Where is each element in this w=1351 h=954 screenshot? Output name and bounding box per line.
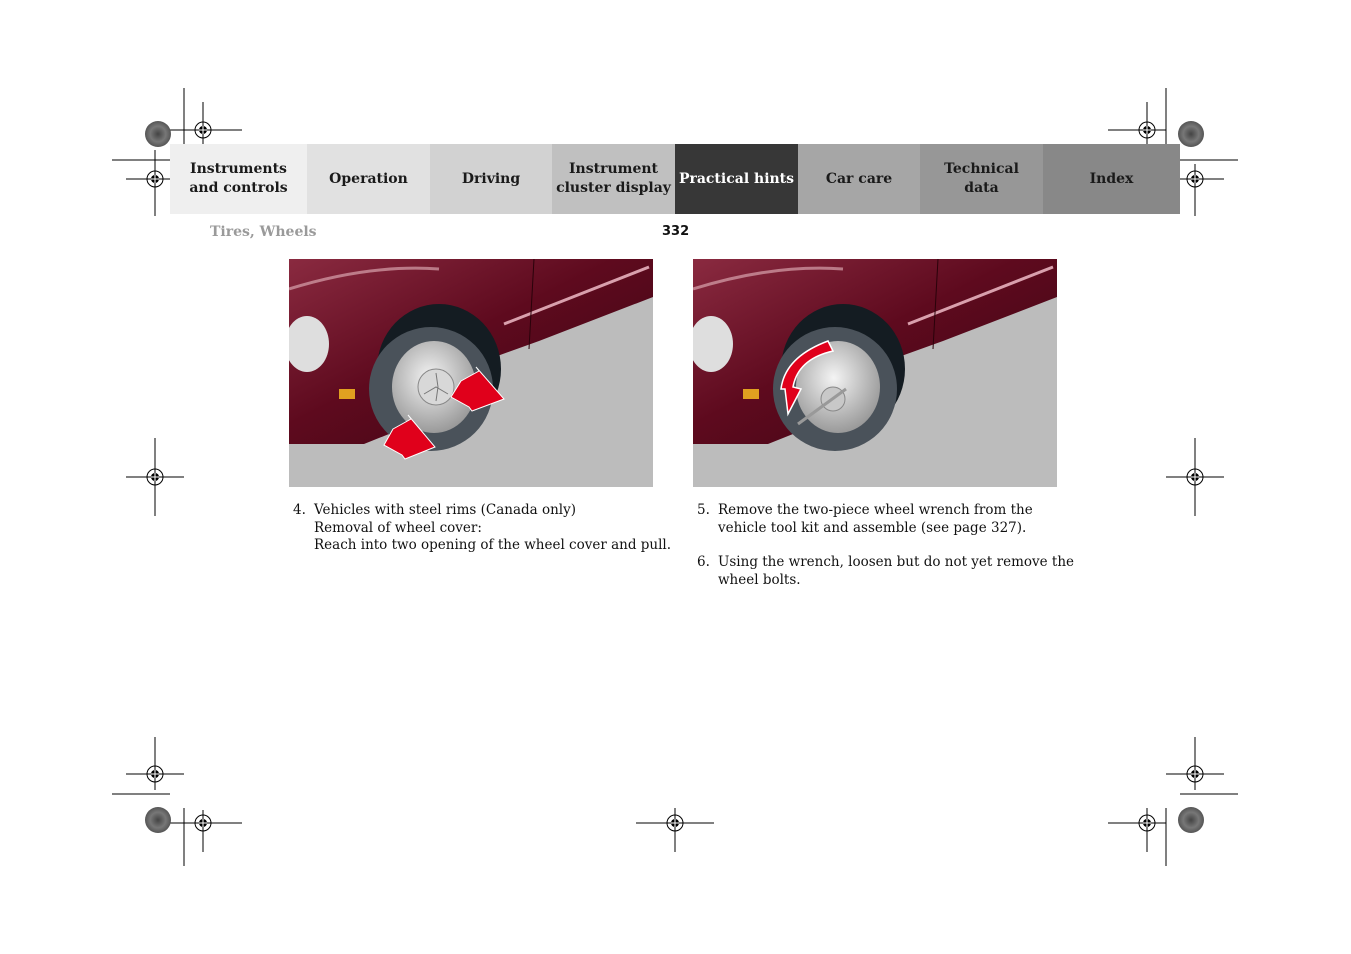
tab-label: Car care [825,170,893,187]
tab-driving[interactable]: Driving [430,144,552,214]
tab-label: Index [1089,170,1134,187]
tab-technical-data[interactable]: Technical data [920,144,1043,214]
tab-instrument-cluster-display[interactable]: Instrument cluster display [552,144,675,214]
tab-label: Instruments and controls [189,161,288,196]
tab-index[interactable]: Index [1043,144,1180,214]
step-number: 6. [697,554,710,570]
chapter-navigation: Instruments and controls Operation Drivi… [170,144,1180,214]
wheel-cover-removal-illustration [289,259,653,487]
tab-label: Driving [461,170,521,187]
wheel-wrench-loosening-illustration [693,259,1057,487]
tab-practical-hints[interactable]: Practical hints [675,144,798,214]
tab-instruments-and-controls[interactable]: Instruments and controls [170,144,307,214]
tab-car-care[interactable]: Car care [798,144,920,214]
step-4: 4. Vehicles with steel rims (Canada only… [293,502,673,555]
step-number: 4. [293,502,306,518]
section-title: Tires, Wheels [210,224,317,240]
tab-label: Operation [329,170,408,187]
tab-label: Instrument cluster display [556,161,671,196]
page-number: 332 [662,224,690,239]
tab-label: Practical hints [678,170,795,187]
step-text: Using the wrench, loosen but do not yet … [718,554,1075,588]
step-6: 6. Using the wrench, loosen but do not y… [697,554,1077,589]
tab-label: Technical data [944,161,1019,196]
step-number: 5. [697,502,710,518]
tab-operation[interactable]: Operation [307,144,430,214]
step-text: Vehicles with steel rims (Canada only) R… [314,502,672,553]
step-text: Remove the two-piece wheel wrench from t… [718,502,1033,536]
step-5: 5. Remove the two-piece wheel wrench fro… [697,502,1077,537]
